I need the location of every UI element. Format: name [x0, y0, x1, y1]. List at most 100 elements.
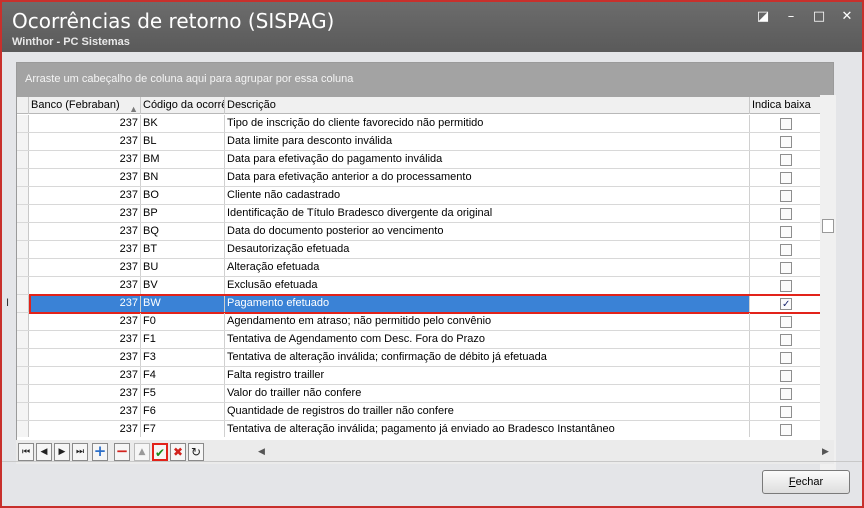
- cell-codigo[interactable]: BV: [141, 277, 225, 294]
- last-icon[interactable]: ⏭: [72, 443, 88, 461]
- cell-descricao[interactable]: Agendamento em atraso; não permitido pel…: [225, 313, 750, 330]
- cell-descricao[interactable]: Falta registro trailler: [225, 367, 750, 384]
- cell-banco[interactable]: 237: [29, 133, 141, 150]
- table-row[interactable]: 237 BW Pagamento efetuado: [17, 294, 821, 314]
- cell-descricao[interactable]: Tentativa de Agendamento com Desc. Fora …: [225, 331, 750, 348]
- table-row[interactable]: 237 F6 Quantidade de registros do trailler…: [17, 403, 821, 421]
- cell-banco[interactable]: 237: [29, 385, 141, 402]
- next-icon[interactable]: ▶: [54, 443, 70, 461]
- column-header-indica-baixa[interactable]: Indica baixa: [750, 97, 821, 114]
- cell-codigo[interactable]: BO: [141, 187, 225, 204]
- cell-codigo[interactable]: BP: [141, 205, 225, 222]
- table-row[interactable]: 237 F7 Tentativa de alteração inválida; pa…: [17, 421, 821, 437]
- indica-baixa-checkbox[interactable]: [780, 334, 792, 346]
- cell-banco[interactable]: 237: [29, 349, 141, 366]
- cell-descricao[interactable]: Valor do trailler não confere: [225, 385, 750, 402]
- cell-descricao[interactable]: Identificação de Título Bradesco diverge…: [225, 205, 750, 222]
- table-row[interactable]: 237 BO Cliente não cadastrado: [17, 187, 821, 205]
- cell-descricao[interactable]: Quantidade de registros do trailler não …: [225, 403, 750, 420]
- cell-descricao[interactable]: Desautorização efetuada: [225, 241, 750, 258]
- cell-banco[interactable]: 237: [29, 115, 141, 132]
- cell-codigo[interactable]: F3: [141, 349, 225, 366]
- table-row[interactable]: 237 F1 Tentativa de Agendamento com Desc. …: [17, 331, 821, 349]
- indica-baixa-checkbox[interactable]: [780, 352, 792, 364]
- table-row[interactable]: 237 BN Data para efetivação anterior a do …: [17, 169, 821, 187]
- post-icon[interactable]: ✔: [152, 443, 168, 461]
- indica-baixa-checkbox[interactable]: [780, 136, 792, 148]
- cell-codigo[interactable]: BM: [141, 151, 225, 168]
- table-row[interactable]: 237 BQ Data do documento posterior ao venc…: [17, 223, 821, 241]
- cell-codigo[interactable]: F4: [141, 367, 225, 384]
- cell-banco[interactable]: 237: [29, 367, 141, 384]
- indica-baixa-checkbox[interactable]: [780, 190, 792, 202]
- cell-codigo[interactable]: F0: [141, 313, 225, 330]
- table-row[interactable]: 237 F3 Tentativa de alteração inválida; co…: [17, 349, 821, 367]
- cell-descricao[interactable]: Pagamento efetuado: [225, 295, 750, 312]
- table-row[interactable]: 237 F0 Agendamento em atraso; não permitid…: [17, 313, 821, 331]
- cell-descricao[interactable]: Tentativa de alteração inválida; pagamen…: [225, 421, 750, 437]
- indica-baixa-checkbox[interactable]: [780, 118, 792, 130]
- table-row[interactable]: 237 BV Exclusão efetuada: [17, 277, 821, 295]
- cell-codigo[interactable]: F7: [141, 421, 225, 437]
- cell-banco[interactable]: 237: [29, 295, 141, 312]
- cell-codigo[interactable]: F1: [141, 331, 225, 348]
- indica-baixa-checkbox[interactable]: [780, 316, 792, 328]
- table-row[interactable]: 237 BP Identificação de Título Bradesco di…: [17, 205, 821, 223]
- table-row[interactable]: 237 BK Tipo de inscrição do cliente favore…: [17, 115, 821, 133]
- prior-icon[interactable]: ◀: [36, 443, 52, 461]
- cell-banco[interactable]: 237: [29, 169, 141, 186]
- column-header-banco[interactable]: Banco (Febraban) ▲: [29, 97, 141, 114]
- cell-descricao[interactable]: Data para efetivação anterior a do proce…: [225, 169, 750, 186]
- restore-icon[interactable]: ◪: [756, 10, 770, 24]
- cell-codigo[interactable]: BQ: [141, 223, 225, 240]
- indica-baixa-checkbox[interactable]: [780, 388, 792, 400]
- indica-baixa-checkbox[interactable]: [780, 262, 792, 274]
- row-indicator[interactable]: [17, 223, 29, 240]
- edit-up-icon[interactable]: ▲: [134, 443, 150, 461]
- row-indicator[interactable]: [17, 259, 29, 276]
- refresh-icon[interactable]: ↻: [188, 443, 204, 461]
- table-row[interactable]: 237 F5 Valor do trailler não confere: [17, 385, 821, 403]
- indica-baixa-checkbox[interactable]: [780, 244, 792, 256]
- cell-banco[interactable]: 237: [29, 187, 141, 204]
- cell-descricao[interactable]: Tipo de inscrição do cliente favorecido …: [225, 115, 750, 132]
- row-indicator[interactable]: [17, 349, 29, 366]
- indica-baixa-checkbox[interactable]: [780, 370, 792, 382]
- cell-banco[interactable]: 237: [29, 403, 141, 420]
- indica-baixa-checkbox[interactable]: [780, 208, 792, 220]
- cell-banco[interactable]: 237: [29, 241, 141, 258]
- indica-baixa-checkbox[interactable]: [780, 406, 792, 418]
- cell-banco[interactable]: 237: [29, 313, 141, 330]
- row-indicator[interactable]: [17, 331, 29, 348]
- cell-codigo[interactable]: BK: [141, 115, 225, 132]
- row-indicator[interactable]: [17, 241, 29, 258]
- cell-descricao[interactable]: Alteração efetuada: [225, 259, 750, 276]
- table-row[interactable]: 237 BT Desautorização efetuada: [17, 241, 821, 259]
- occurrences-grid[interactable]: Arraste um cabeçalho de coluna aqui para…: [16, 62, 834, 446]
- row-indicator[interactable]: [17, 115, 29, 132]
- indica-baixa-checkbox[interactable]: [780, 296, 792, 312]
- cell-descricao[interactable]: Cliente não cadastrado: [225, 187, 750, 204]
- first-icon[interactable]: ⏮: [18, 443, 34, 461]
- scroll-left-icon[interactable]: ◀: [258, 446, 265, 457]
- close-button[interactable]: Fechar: [762, 470, 850, 494]
- indica-baixa-checkbox[interactable]: [780, 226, 792, 238]
- row-indicator[interactable]: [17, 295, 29, 312]
- cell-codigo[interactable]: BU: [141, 259, 225, 276]
- insert-icon[interactable]: +: [92, 443, 108, 461]
- cell-banco[interactable]: 237: [29, 277, 141, 294]
- cell-banco[interactable]: 237: [29, 223, 141, 240]
- row-indicator[interactable]: [17, 205, 29, 222]
- table-row[interactable]: 237 BM Data para efetivação do pagamento i…: [17, 151, 821, 169]
- scroll-right-icon[interactable]: ▶: [822, 446, 829, 457]
- cell-codigo[interactable]: F6: [141, 403, 225, 420]
- indica-baixa-checkbox[interactable]: [780, 280, 792, 292]
- cell-banco[interactable]: 237: [29, 151, 141, 168]
- table-row[interactable]: 237 BU Alteração efetuada: [17, 259, 821, 277]
- cell-descricao[interactable]: Data para efetivação do pagamento inváli…: [225, 151, 750, 168]
- delete-icon[interactable]: −: [114, 443, 130, 461]
- row-indicator[interactable]: [17, 277, 29, 294]
- cell-banco[interactable]: 237: [29, 205, 141, 222]
- cell-descricao[interactable]: Data do documento posterior ao venciment…: [225, 223, 750, 240]
- cell-descricao[interactable]: Exclusão efetuada: [225, 277, 750, 294]
